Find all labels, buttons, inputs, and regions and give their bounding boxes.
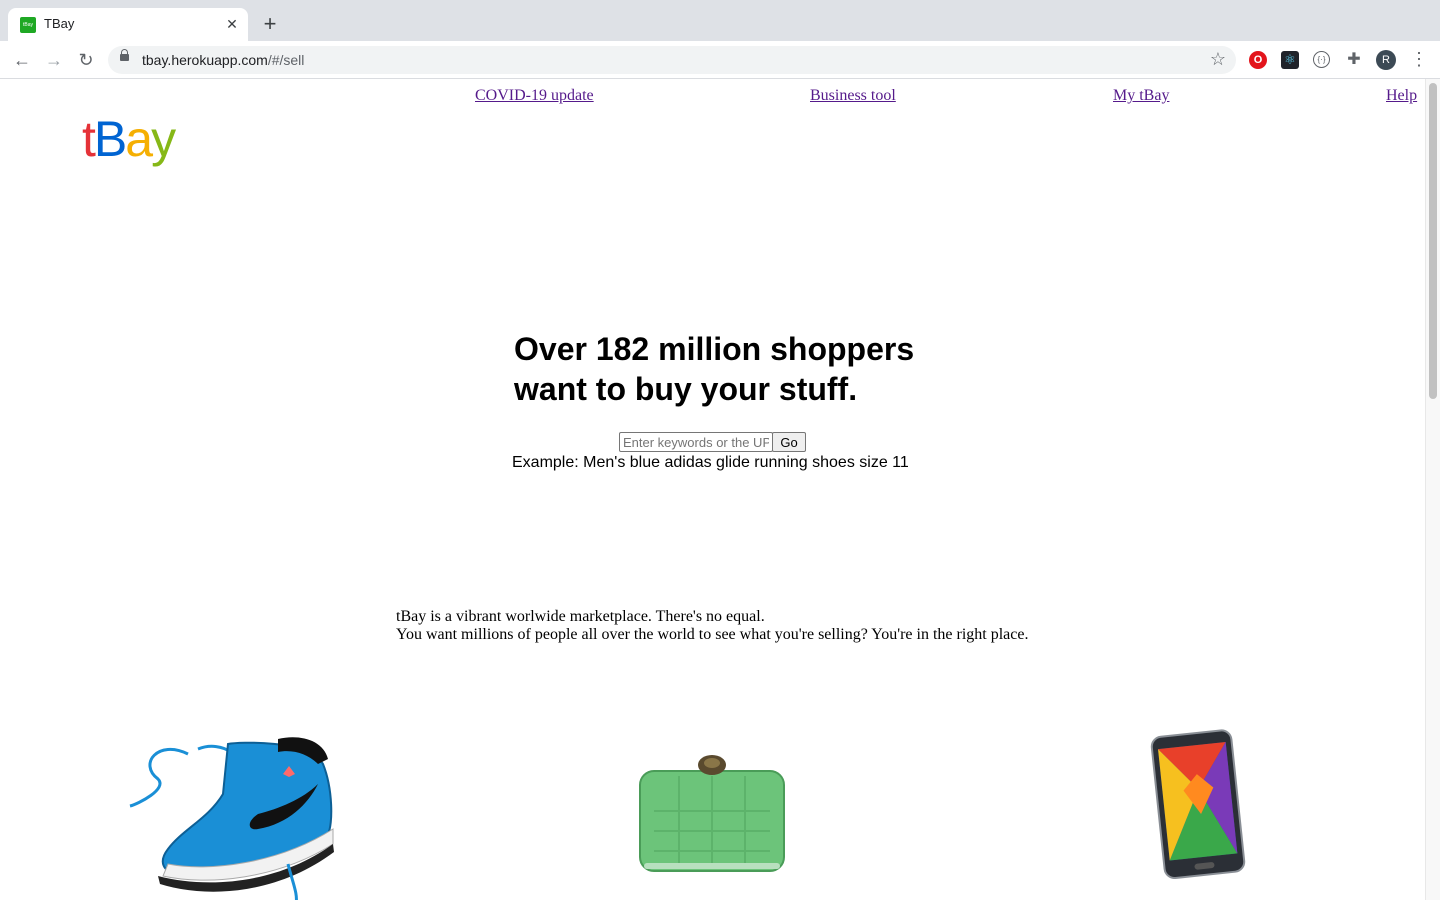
- logo-letter: B: [93, 111, 127, 167]
- url-path: /#/sell: [267, 52, 305, 68]
- tbay-favicon-icon: tBay: [20, 17, 36, 33]
- browser-menu-icon[interactable]: ⋮: [1410, 49, 1428, 71]
- browser-tabstrip: tBay TBay ✕ +: [0, 0, 1440, 41]
- covid-update-link[interactable]: COVID-19 update: [475, 87, 594, 105]
- browser-toolbar: ← → ↻ tbay.herokuapp.com/#/sell ☆ O ⚛ {·…: [0, 41, 1440, 79]
- page-viewport: COVID-19 update Business tool My tBay He…: [0, 79, 1425, 900]
- green-clutch-image: [639, 755, 785, 872]
- go-button[interactable]: Go: [772, 432, 806, 452]
- bookmark-star-icon[interactable]: ☆: [1210, 49, 1226, 70]
- tbay-logo[interactable]: tBay: [82, 109, 176, 169]
- logo-letter: a: [125, 111, 153, 167]
- url-host: tbay.herokuapp.com: [142, 52, 268, 68]
- logo-letter: y: [151, 111, 176, 167]
- code-extension-icon[interactable]: {·}: [1313, 51, 1330, 68]
- help-link[interactable]: Help: [1386, 87, 1417, 105]
- profile-avatar[interactable]: R: [1376, 50, 1396, 70]
- business-tool-link[interactable]: Business tool: [810, 87, 896, 105]
- url-text[interactable]: tbay.herokuapp.com/#/sell: [142, 52, 304, 68]
- blurb-line-2: You want millions of people all over the…: [396, 626, 1029, 643]
- react-devtools-icon[interactable]: ⚛: [1281, 51, 1299, 69]
- address-bar[interactable]: tbay.herokuapp.com/#/sell ☆: [108, 46, 1236, 74]
- page-scrollbar[interactable]: [1425, 79, 1440, 900]
- opera-extension-icon[interactable]: O: [1249, 51, 1267, 69]
- close-tab-icon[interactable]: ✕: [224, 16, 240, 32]
- scrollbar-thumb[interactable]: [1429, 83, 1437, 399]
- hero-line-1: Over 182 million shoppers: [514, 331, 915, 367]
- hero-line-2: want to buy your stuff.: [514, 371, 858, 407]
- browser-tab[interactable]: tBay TBay ✕: [8, 8, 248, 41]
- logo-letter: t: [82, 111, 96, 167]
- tab-title: TBay: [44, 16, 75, 31]
- my-tbay-link[interactable]: My tBay: [1113, 87, 1169, 105]
- back-arrow-icon[interactable]: ←: [10, 48, 34, 72]
- forward-arrow-icon[interactable]: →: [42, 48, 66, 72]
- blue-sneaker-image: [129, 737, 334, 900]
- extensions-puzzle-icon[interactable]: ✚: [1345, 51, 1363, 69]
- blurb-line-1: tBay is a vibrant worlwide marketplace. …: [396, 608, 765, 625]
- hero-heading: Over 182 million shoppers want to buy yo…: [514, 329, 974, 409]
- marketplace-blurb: tBay is a vibrant worlwide marketplace. …: [396, 608, 1028, 644]
- new-tab-icon[interactable]: +: [258, 13, 282, 37]
- lock-icon[interactable]: [120, 49, 129, 61]
- reload-icon[interactable]: ↻: [74, 48, 98, 72]
- smartphone-image: [1150, 729, 1246, 879]
- sell-search-input[interactable]: [619, 432, 773, 452]
- search-example-text: Example: Men's blue adidas glide running…: [512, 454, 909, 471]
